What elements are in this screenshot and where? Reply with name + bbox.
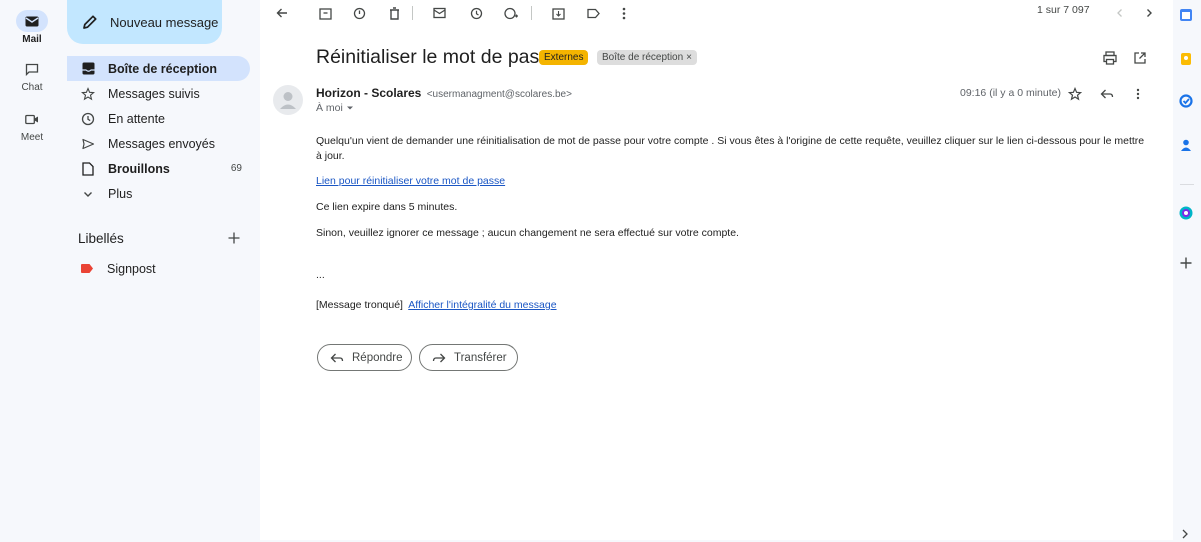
- video-icon: [16, 108, 48, 130]
- draft-icon: [80, 161, 96, 177]
- clock-icon: [80, 111, 96, 127]
- forward-icon: [432, 351, 446, 365]
- reply-icon: [330, 351, 344, 365]
- mark-unread-icon[interactable]: [428, 2, 450, 24]
- reply-button[interactable]: Répondre: [317, 344, 412, 371]
- chevron-down-icon: [80, 186, 96, 202]
- report-spam-icon[interactable]: [348, 2, 370, 24]
- star-icon[interactable]: [1066, 85, 1084, 103]
- inbox-icon: [80, 61, 96, 77]
- pagination-text: 1 sur 7 097: [1037, 4, 1090, 16]
- move-to-icon[interactable]: [547, 2, 569, 24]
- truncated-notice: [Message tronqué]: [316, 299, 403, 311]
- toolbar-divider: [531, 6, 532, 20]
- person-icon: [280, 92, 296, 109]
- reply-button-label: Répondre: [352, 351, 403, 364]
- recipient-label: À moi: [316, 102, 343, 114]
- recipient-details-toggle[interactable]: À moi: [316, 102, 354, 114]
- sidebar-item-label: Plus: [108, 186, 133, 201]
- rail-meet[interactable]: Meet: [8, 108, 56, 143]
- back-arrow-icon[interactable]: [271, 2, 293, 24]
- trimmed-content-ellipsis[interactable]: ...: [316, 268, 1146, 283]
- contacts-icon[interactable]: [1179, 138, 1193, 152]
- message-toolbar: 1 sur 7 097: [260, 0, 1173, 26]
- more-vertical-icon[interactable]: [613, 2, 635, 24]
- label-tag-icon: [81, 264, 93, 273]
- show-full-message-link[interactable]: Afficher l'intégralité du message: [408, 299, 556, 311]
- rail-mail[interactable]: Mail: [8, 10, 56, 45]
- print-icon[interactable]: [1102, 50, 1118, 66]
- caret-down-icon: [346, 106, 353, 110]
- compose-label: Nouveau message: [110, 14, 219, 30]
- sidebar-item-sent[interactable]: Messages envoyés: [67, 131, 250, 156]
- sidebar-item-label: Brouillons: [108, 161, 170, 176]
- chat-icon: [16, 58, 48, 80]
- toolbar-divider: [412, 6, 413, 20]
- side-panel: [1173, 0, 1201, 540]
- send-icon: [80, 136, 96, 152]
- rail-chat-label: Chat: [21, 82, 43, 93]
- older-chevron-right-icon[interactable]: [1138, 2, 1160, 24]
- app-rail: Mail Chat Meet: [8, 0, 60, 540]
- body-paragraph: Ce lien expire dans 5 minutes.: [316, 201, 458, 213]
- tasks-icon[interactable]: [1179, 94, 1193, 108]
- snooze-clock-icon[interactable]: [465, 2, 487, 24]
- reply-icon[interactable]: [1098, 85, 1116, 103]
- sidebar-item-label: Messages suivis: [108, 86, 200, 101]
- body-paragraph: Sinon, veuillez ignorer ce message ; auc…: [316, 227, 739, 239]
- rail-mail-label: Mail: [22, 34, 42, 45]
- addon-canva-icon[interactable]: [1179, 206, 1193, 220]
- keep-icon[interactable]: [1179, 52, 1193, 66]
- newer-chevron-left-icon[interactable]: [1109, 2, 1131, 24]
- trash-icon[interactable]: [383, 2, 405, 24]
- label-chip-inbox: Boîte de réception ×: [597, 50, 698, 65]
- add-label-plus-icon[interactable]: [226, 230, 242, 246]
- add-task-icon[interactable]: [500, 2, 522, 24]
- sidebar-item-more[interactable]: Plus: [67, 181, 250, 206]
- side-panel-divider: [1180, 184, 1194, 185]
- reset-password-link[interactable]: Lien pour réinitialiser votre mot de pas…: [316, 175, 505, 187]
- sidebar-item-drafts[interactable]: Brouillons 69: [67, 156, 250, 181]
- rail-chat[interactable]: Chat: [8, 58, 56, 93]
- sidebar-item-label: En attente: [108, 111, 165, 126]
- sidebar-item-label: Messages envoyés: [108, 136, 216, 151]
- archive-icon[interactable]: [314, 2, 336, 24]
- label-icon[interactable]: [582, 2, 604, 24]
- avatar[interactable]: [273, 85, 303, 115]
- sender-email: <usermanagment@scolares.be>: [426, 89, 572, 100]
- get-addons-plus-icon[interactable]: [1179, 256, 1193, 270]
- labels-heading: Libellés: [78, 230, 124, 246]
- pencil-icon: [81, 13, 99, 31]
- forward-button[interactable]: Transférer: [419, 344, 518, 371]
- sidebar-item-label: Boîte de réception: [108, 61, 218, 76]
- remove-label-close-icon[interactable]: ×: [686, 52, 692, 63]
- sidebar-item-snoozed[interactable]: En attente: [67, 106, 250, 131]
- message-view: 1 sur 7 097 Réinitialiser le mot de pass…: [260, 0, 1173, 540]
- label-item-label: Signpost: [107, 261, 156, 276]
- sidebar-item-starred[interactable]: Messages suivis: [67, 81, 250, 106]
- sender-line: Horizon - Scolares <usermanagment@scolar…: [316, 86, 572, 100]
- message-timestamp: 09:16 (il y a 0 minute): [960, 87, 1061, 99]
- sender-name[interactable]: Horizon - Scolares: [316, 86, 421, 100]
- forward-button-label: Transférer: [454, 351, 507, 364]
- drafts-count: 69: [230, 163, 242, 174]
- mail-icon: [16, 10, 48, 32]
- star-icon: [80, 86, 96, 102]
- body-paragraph: Quelqu'un vient de demander une réinitia…: [316, 135, 1145, 162]
- label-item-signpost[interactable]: Signpost: [67, 256, 250, 281]
- compose-button[interactable]: Nouveau message: [67, 0, 222, 44]
- more-vertical-icon[interactable]: [1129, 85, 1147, 103]
- open-new-window-icon[interactable]: [1132, 50, 1148, 66]
- label-chip-externes[interactable]: Externes: [539, 50, 589, 65]
- calendar-icon[interactable]: [1179, 8, 1193, 22]
- rail-meet-label: Meet: [20, 132, 44, 143]
- sidebar-item-inbox[interactable]: Boîte de réception: [67, 56, 250, 81]
- label-chip-inbox-text: Boîte de réception: [602, 52, 684, 63]
- sidebar-nav: Boîte de réception Messages suivis En at…: [67, 56, 250, 206]
- message-subject: Réinitialiser le mot de passe: [316, 46, 560, 68]
- labels-section-header: Libellés: [78, 228, 242, 248]
